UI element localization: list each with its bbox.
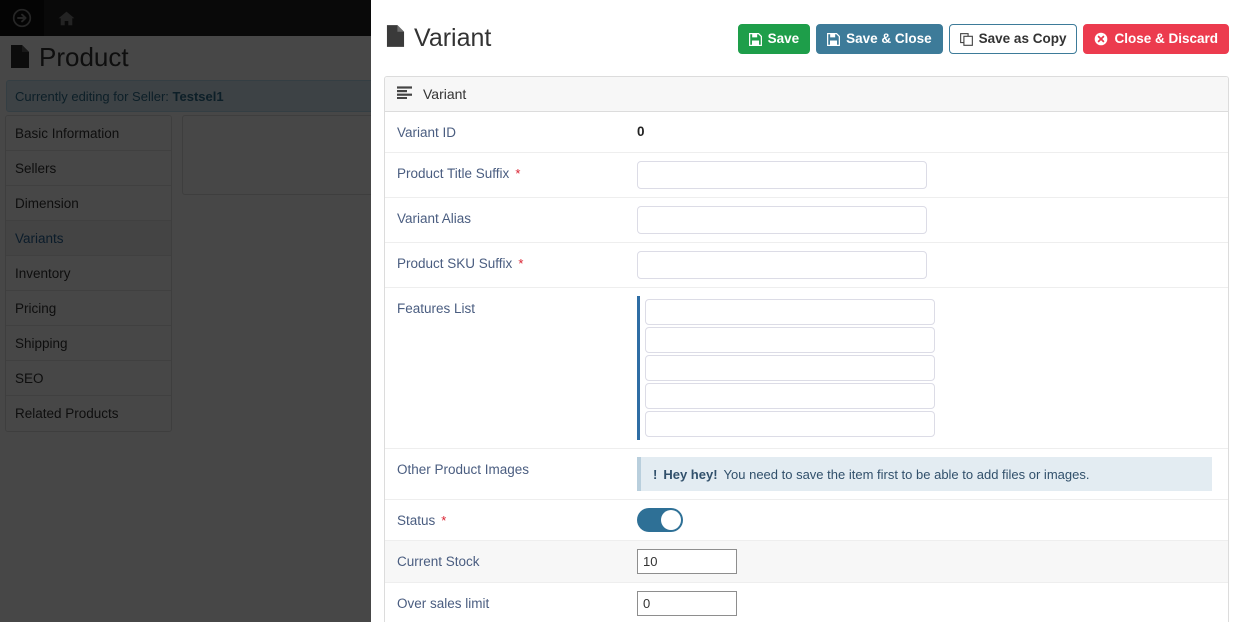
save-and-close-button[interactable]: Save & Close	[816, 24, 943, 54]
floppy-disk-icon	[748, 32, 762, 46]
exclamation-icon: !	[653, 466, 658, 482]
form-row-over-sales-limit: Over sales limit	[385, 583, 1228, 622]
save-first-alert-text: You need to save the item first to be ab…	[723, 466, 1090, 482]
variant-form-panel-header: Variant	[385, 77, 1228, 112]
copy-icon	[959, 32, 973, 46]
form-label-text: Product SKU Suffix	[397, 256, 513, 271]
variant-form-panel: Variant Variant ID 0 Product Title Suffix *…	[384, 76, 1229, 622]
form-label-text: Product Title Suffix	[397, 166, 510, 181]
save-as-copy-button-label: Save as Copy	[978, 31, 1067, 47]
features-list-inputs	[645, 296, 935, 440]
variant-modal-header: Variant Save Save & Close Save as Copy C…	[372, 0, 1241, 76]
form-row-other-product-images: Other Product Images! Hey hey! You need to…	[385, 449, 1228, 500]
features-list-group	[637, 296, 935, 440]
form-label-text: Current Stock	[397, 554, 480, 569]
input-feature-4[interactable]	[645, 383, 935, 409]
variant-form-rows: Variant ID 0 Product Title Suffix * Variant …	[385, 112, 1228, 622]
form-field-over-sales-limit	[637, 583, 1228, 622]
screen-root: Product Currently editing for Seller: Te…	[0, 0, 1241, 622]
form-label-product-sku-suffix: Product SKU Suffix *	[385, 243, 637, 271]
form-label-status: Status *	[385, 500, 637, 528]
form-label-text: Over sales limit	[397, 596, 490, 611]
variant-form-panel-title: Variant	[423, 86, 467, 102]
file-icon	[386, 24, 405, 53]
input-product-sku-suffix[interactable]	[637, 251, 927, 279]
status-toggle-knob	[661, 510, 681, 530]
input-feature-2[interactable]	[645, 327, 935, 353]
save-first-alert: ! Hey hey! You need to save the item first…	[637, 457, 1212, 491]
variant-modal-title-group: Variant	[386, 24, 491, 53]
value-variant-id: 0	[637, 124, 645, 139]
form-field-status	[637, 500, 1228, 540]
form-label-product-title-suffix: Product Title Suffix *	[385, 153, 637, 181]
form-label-current-stock: Current Stock	[385, 541, 637, 569]
form-row-features-list: Features List	[385, 288, 1228, 449]
form-label-text: Features List	[397, 301, 476, 316]
variant-modal-actions: Save Save & Close Save as Copy Close & D…	[737, 24, 1229, 54]
form-row-product-sku-suffix: Product SKU Suffix *	[385, 243, 1228, 288]
save-button[interactable]: Save	[737, 24, 811, 54]
input-product-title-suffix[interactable]	[637, 161, 927, 189]
close-and-discard-button[interactable]: Close & Discard	[1083, 24, 1229, 54]
form-field-other-product-images: ! Hey hey! You need to save the item first…	[637, 449, 1228, 499]
save-and-close-button-label: Save & Close	[846, 31, 932, 47]
form-field-product-title-suffix	[637, 153, 1228, 197]
form-label-other-product-images: Other Product Images	[385, 449, 637, 477]
floppy-disk-icon	[827, 32, 841, 46]
save-button-label: Save	[767, 31, 800, 47]
save-as-copy-button[interactable]: Save as Copy	[948, 24, 1078, 54]
form-field-current-stock	[637, 541, 1228, 582]
form-label-variant-alias: Variant Alias	[385, 198, 637, 226]
form-field-features-list	[637, 288, 1228, 448]
input-variant-alias[interactable]	[637, 206, 927, 234]
input-feature-1[interactable]	[645, 299, 935, 325]
form-label-text: Status	[397, 513, 436, 528]
form-label-text: Other Product Images	[397, 462, 530, 477]
form-label-variant-id: Variant ID	[385, 112, 637, 140]
required-marker: *	[515, 166, 521, 181]
status-toggle[interactable]	[637, 508, 683, 532]
times-circle-icon	[1094, 32, 1108, 46]
form-label-text: Variant Alias	[397, 211, 472, 226]
form-field-variant-id: 0	[637, 112, 1228, 147]
form-row-current-stock: Current Stock	[385, 541, 1228, 583]
input-current-stock[interactable]	[637, 549, 737, 574]
form-field-variant-alias	[637, 198, 1228, 242]
input-over-sales-limit[interactable]	[637, 591, 737, 616]
form-row-status: Status *	[385, 500, 1228, 541]
form-field-product-sku-suffix	[637, 243, 1228, 287]
form-label-features-list: Features List	[385, 288, 637, 316]
form-label-text: Variant ID	[397, 125, 457, 140]
form-row-product-title-suffix: Product Title Suffix *	[385, 153, 1228, 198]
form-row-variant-alias: Variant Alias	[385, 198, 1228, 243]
input-feature-3[interactable]	[645, 355, 935, 381]
required-marker: *	[441, 513, 447, 528]
input-feature-5[interactable]	[645, 411, 935, 437]
save-first-alert-heading: Hey hey!	[663, 466, 718, 482]
form-label-over-sales-limit: Over sales limit	[385, 583, 637, 611]
variant-modal-title: Variant	[414, 23, 492, 52]
form-row-variant-id: Variant ID 0	[385, 112, 1228, 153]
close-and-discard-button-label: Close & Discard	[1114, 31, 1218, 47]
required-marker: *	[518, 256, 524, 271]
align-list-icon	[397, 86, 413, 102]
variant-modal: Variant Save Save & Close Save as Copy C…	[371, 0, 1241, 622]
